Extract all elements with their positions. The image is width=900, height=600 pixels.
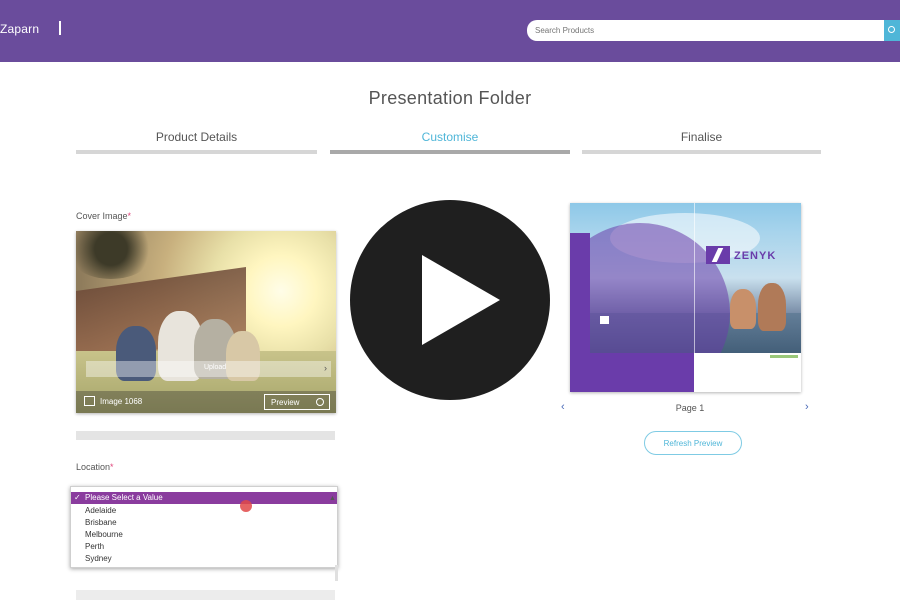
- folder-footer-strip: [770, 355, 798, 358]
- check-icon: ✓: [74, 493, 81, 502]
- page-indicator: Page 1: [675, 403, 705, 413]
- next-page-icon[interactable]: ›: [805, 401, 809, 413]
- magnifier-icon: [316, 398, 324, 406]
- location-option[interactable]: Sydney: [71, 553, 337, 565]
- cover-image-label-text: Cover Image: [76, 211, 128, 221]
- tab-progress-bar: [76, 150, 317, 154]
- image-count: Image 1068: [100, 397, 143, 406]
- location-option-label: Sydney: [85, 554, 112, 563]
- location-option-label: Perth: [85, 542, 105, 551]
- small-logo-icon: [600, 316, 609, 324]
- cover-footer: Image 1068 Preview: [76, 391, 336, 413]
- mouse-cursor-indicator: [240, 500, 252, 512]
- tab-label: Product Details: [155, 130, 238, 144]
- zenyk-logo-icon: [706, 246, 730, 264]
- folder-fold-line: [694, 203, 695, 353]
- required-mark: *: [110, 462, 114, 472]
- folder-white-bottom: [694, 353, 801, 392]
- brand-name[interactable]: Zaparn: [0, 22, 39, 36]
- location-label-text: Location: [76, 462, 111, 472]
- tab-label: Customise: [421, 130, 479, 144]
- image-icon: [84, 396, 95, 406]
- search-icon: [888, 26, 895, 33]
- dropdown-edge: [335, 565, 338, 581]
- tab-finalise[interactable]: Finalise: [582, 130, 821, 154]
- location-option[interactable]: Perth: [71, 541, 337, 553]
- location-dropdown[interactable]: ✓ Please Select a Value Adelaide Brisbane…: [70, 486, 338, 568]
- location-option[interactable]: Adelaide: [71, 505, 337, 517]
- upload-overlay[interactable]: Upload ›: [86, 361, 331, 377]
- dropdown-arrow-icon: ▲: [329, 495, 336, 502]
- location-option[interactable]: Brisbane: [71, 517, 337, 529]
- previous-page-icon[interactable]: ‹: [561, 401, 565, 413]
- folder-photo-person: [758, 283, 786, 331]
- preview-button-label: Preview: [271, 397, 300, 407]
- chevron-right-icon: ›: [324, 363, 327, 373]
- required-mark: *: [127, 211, 132, 221]
- preview-button[interactable]: Preview: [264, 394, 330, 410]
- location-option[interactable]: ✓ Please Select a Value: [71, 492, 337, 504]
- location-label: Location*: [76, 462, 114, 472]
- cover-image[interactable]: Upload › Image 1068 Preview: [76, 231, 336, 413]
- folder-photo-person: [730, 289, 756, 329]
- tab-progress-bar: [582, 150, 821, 154]
- cover-scrollbar[interactable]: [76, 431, 335, 440]
- zenyk-logo-text: ZENYK: [734, 250, 777, 262]
- location-option[interactable]: Melbourne: [71, 529, 337, 541]
- location-field-underlay: [76, 590, 335, 600]
- tab-product-details[interactable]: Product Details: [76, 130, 317, 154]
- page-title: Presentation Folder: [368, 88, 532, 108]
- folder-preview[interactable]: ZENYK: [570, 203, 801, 392]
- brand-divider: [59, 21, 61, 35]
- location-option-label: Please Select a Value: [85, 493, 163, 502]
- location-option-label: Brisbane: [85, 518, 117, 527]
- tab-progress-bar: [330, 150, 570, 154]
- cover-image-label: Cover Image*: [76, 211, 131, 221]
- location-option-label: Melbourne: [85, 530, 123, 539]
- refresh-preview-button[interactable]: Refresh Preview: [644, 431, 742, 455]
- video-play-button[interactable]: [350, 200, 550, 400]
- play-icon: [422, 255, 500, 345]
- location-option-label: Adelaide: [85, 506, 117, 515]
- top-bar: Zaparn: [0, 0, 900, 62]
- tab-customise[interactable]: Customise: [330, 130, 570, 154]
- search-input[interactable]: [527, 20, 887, 41]
- search-button[interactable]: [884, 20, 900, 41]
- upload-overlay-text: Upload: [204, 364, 227, 371]
- folder-purple-bottom: [570, 353, 694, 392]
- tab-label: Finalise: [680, 130, 723, 144]
